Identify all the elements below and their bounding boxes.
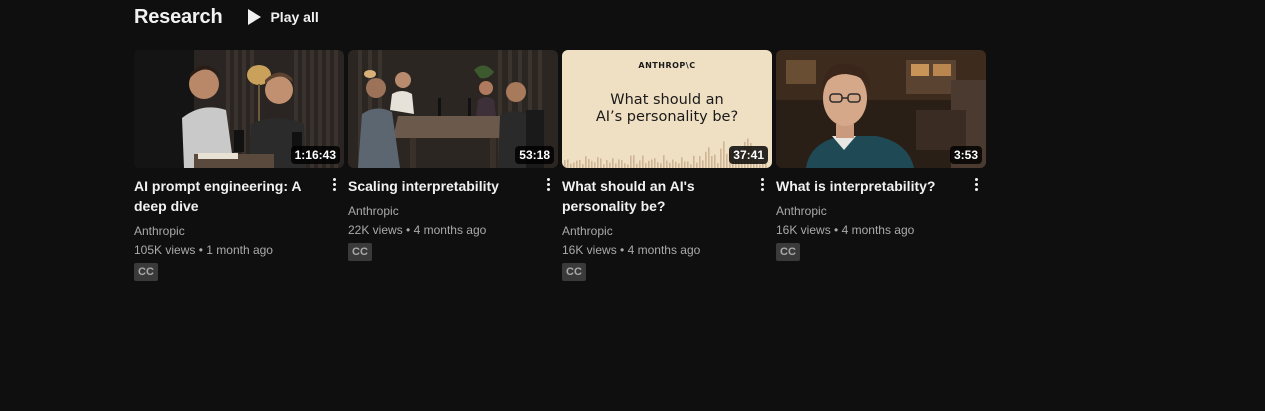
play-all-button[interactable]: Play all — [246, 8, 319, 26]
video-meta: Scaling interpretability Anthropic 22K v… — [348, 168, 558, 261]
waveform-bar — [714, 154, 716, 168]
video-meta: AI prompt engineering: A deep dive Anthr… — [134, 168, 344, 281]
waveform-bar — [681, 157, 683, 168]
play-icon — [248, 9, 262, 25]
video-title[interactable]: What is interpretability? — [776, 176, 962, 196]
video-duration: 1:16:43 — [290, 146, 340, 164]
video-card: 53:18 Scaling interpretability Anthropic… — [348, 50, 558, 281]
waveform-bar — [702, 160, 704, 168]
video-stats: 16K views • 4 months ago — [562, 240, 748, 260]
stats-separator: • — [198, 243, 203, 257]
waveform-bar — [666, 160, 668, 168]
shelf-title[interactable]: Research — [134, 6, 223, 29]
upload-age: 1 month ago — [206, 243, 273, 257]
waveform-bar — [672, 159, 674, 168]
video-duration: 3:53 — [949, 146, 982, 164]
waveform-bar — [576, 160, 578, 168]
waveform-bar — [588, 159, 590, 168]
video-thumbnail[interactable]: 3:53 — [776, 50, 986, 168]
shelf-header: Research Play all — [134, 4, 319, 30]
video-card: 1:16:43 AI prompt engineering: A deep di… — [134, 50, 344, 281]
waveform-bar — [606, 160, 608, 168]
play-all-label: Play all — [270, 9, 319, 25]
channel-name[interactable]: Anthropic — [134, 222, 320, 240]
view-count: 22K views — [348, 223, 403, 237]
waveform-bar — [720, 148, 722, 168]
video-meta: What should an AI's personality be? Anth… — [562, 168, 772, 281]
channel-name[interactable]: Anthropic — [562, 222, 748, 240]
video-thumbnail[interactable]: 1:16:43 — [134, 50, 344, 168]
cc-badge: CC — [562, 263, 586, 281]
waveform-bar — [612, 158, 614, 168]
waveform-bar — [618, 159, 620, 168]
waveform-bar — [726, 153, 728, 168]
video-card: 3:53 What is interpretability? Anthropic… — [776, 50, 986, 281]
thumbnail-title-line: AI’s personality be? — [595, 109, 739, 125]
video-stats: 105K views • 1 month ago — [134, 240, 320, 260]
waveform-bar — [621, 160, 623, 168]
video-card: ANTHROP\C What should an AI’s personalit… — [562, 50, 772, 281]
waveform-bar — [654, 158, 656, 168]
channel-name[interactable]: Anthropic — [776, 202, 962, 220]
waveform-bar — [630, 155, 632, 168]
cc-badge: CC — [348, 243, 372, 261]
stats-separator: • — [834, 223, 839, 237]
more-actions-icon[interactable] — [758, 176, 766, 194]
cc-badge: CC — [134, 263, 158, 281]
waveform-bar — [600, 158, 602, 168]
view-count: 105K views — [134, 243, 196, 257]
video-thumbnail[interactable]: ANTHROP\C What should an AI’s personalit… — [562, 50, 772, 168]
video-title[interactable]: AI prompt engineering: A deep dive — [134, 176, 320, 216]
waveform-bar — [711, 156, 713, 168]
upload-age: 4 months ago — [413, 223, 487, 237]
more-actions-icon[interactable] — [330, 176, 338, 194]
waveform-bar — [651, 159, 653, 168]
waveform-bar — [585, 156, 587, 168]
view-count: 16K views — [562, 243, 617, 257]
waveform-bar — [708, 147, 710, 168]
waveform-bar — [723, 141, 725, 168]
video-stats: 22K views • 4 months ago — [348, 220, 534, 240]
thumbnail-brand: ANTHROP\C — [638, 61, 696, 70]
stats-separator: • — [620, 243, 625, 257]
upload-age: 4 months ago — [627, 243, 701, 257]
waveform-bar — [693, 155, 695, 168]
video-title[interactable]: What should an AI's personality be? — [562, 176, 748, 216]
waveform-bar — [597, 157, 599, 168]
waveform-bar — [642, 155, 644, 168]
thumbnail-title: What should an AI’s personality be? — [562, 92, 772, 126]
video-duration: 53:18 — [515, 146, 554, 164]
video-title[interactable]: Scaling interpretability — [348, 176, 534, 196]
waveform-bar — [591, 160, 593, 168]
video-meta: What is interpretability? Anthropic 16K … — [776, 168, 986, 261]
stats-separator: • — [406, 223, 411, 237]
view-count: 16K views — [776, 223, 831, 237]
waveform-bar — [579, 159, 581, 168]
waveform-bar — [564, 160, 566, 168]
video-stats: 16K views • 4 months ago — [776, 220, 962, 240]
video-duration: 37:41 — [729, 146, 768, 164]
video-shelf: 1:16:43 AI prompt engineering: A deep di… — [134, 50, 990, 281]
more-actions-icon[interactable] — [544, 176, 552, 194]
waveform-bar — [648, 160, 650, 168]
more-actions-icon[interactable] — [972, 176, 980, 194]
thumbnail-title-line: What should an — [610, 92, 724, 108]
waveform-bar — [663, 155, 665, 168]
waveform-bar — [699, 156, 701, 168]
waveform-bar — [705, 151, 707, 168]
channel-name[interactable]: Anthropic — [348, 202, 534, 220]
waveform-bar — [633, 155, 635, 168]
waveform-bar — [567, 159, 569, 168]
upload-age: 4 months ago — [841, 223, 915, 237]
cc-badge: CC — [776, 243, 800, 261]
video-thumbnail[interactable]: 53:18 — [348, 50, 558, 168]
waveform-bar — [639, 160, 641, 168]
